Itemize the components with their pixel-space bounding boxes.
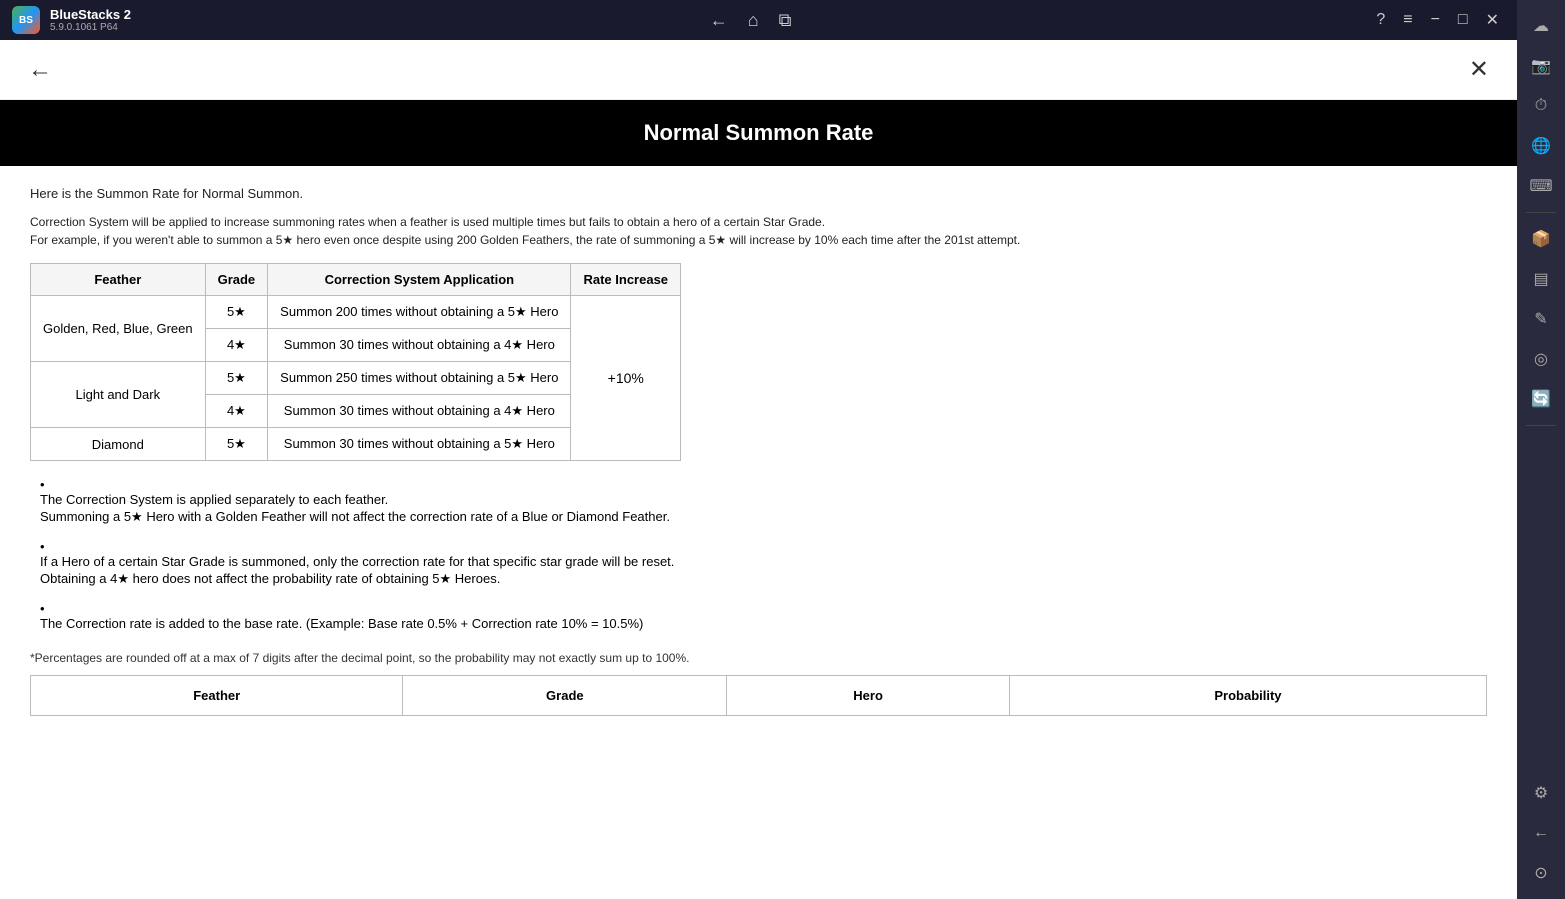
- bullet-item-2: If a Hero of a certain Star Grade is sum…: [30, 539, 1487, 587]
- sidebar-btn-edit[interactable]: ✎: [1523, 301, 1559, 337]
- col-header-feather: Feather: [31, 264, 206, 296]
- condition-5: Summon 30 times without obtaining a 5★ H…: [268, 428, 571, 461]
- grade-5star-2: 5★: [205, 362, 268, 395]
- sidebar-btn-layers[interactable]: ▤: [1523, 261, 1559, 297]
- bottom-table: Feather Grade Hero Probability: [30, 675, 1487, 716]
- col-header-correction: Correction System Application: [268, 264, 571, 296]
- bottom-col-hero: Hero: [727, 676, 1010, 716]
- bullet-2-line-1: If a Hero of a certain Star Grade is sum…: [40, 554, 1487, 569]
- condition-2: Summon 30 times without obtaining a 4★ H…: [268, 329, 571, 362]
- feather-diamond: Diamond: [31, 428, 206, 461]
- app-icon-label: BS: [19, 15, 33, 26]
- sidebar-btn-circle[interactable]: ⊙: [1523, 855, 1559, 891]
- sidebar-divider-1: [1526, 212, 1556, 213]
- bullet-item-1: The Correction System is applied separat…: [30, 477, 1487, 525]
- app-version: 5.9.0.1061 P64: [50, 22, 131, 33]
- correction-text-2: For example, if you weren't able to summ…: [30, 233, 1487, 247]
- bullet-section: The Correction System is applied separat…: [30, 477, 1487, 631]
- sidebar-divider-2: [1526, 425, 1556, 426]
- topbar-back-button[interactable]: ←: [704, 8, 734, 33]
- bullet-item-3: The Correction rate is added to the base…: [30, 601, 1487, 631]
- right-sidebar: ☁ 📷 ⏱ 🌐 ⌨ 📦 ▤ ✎ ◎ 🔄 ⚙ ← ⊙: [1517, 0, 1565, 899]
- main-area: BS BlueStacks 2 5.9.0.1061 P64 ← ⌂ ⧉ ? ≡…: [0, 0, 1517, 899]
- topbar-home-button[interactable]: ⌂: [742, 8, 765, 33]
- sidebar-btn-cloud[interactable]: ☁: [1523, 8, 1559, 44]
- app-icon: BS: [12, 6, 40, 34]
- top-bar-right: ? ≡ − □ ✕: [1370, 8, 1505, 32]
- topbar-close-button[interactable]: ✕: [1480, 8, 1505, 32]
- bullet-1-line-1: The Correction System is applied separat…: [40, 492, 1487, 507]
- sidebar-btn-camera[interactable]: 📷: [1523, 48, 1559, 84]
- bottom-col-probability: Probability: [1009, 676, 1486, 716]
- feather-golden-group: Golden, Red, Blue, Green: [31, 296, 206, 362]
- sidebar-btn-globe[interactable]: 🌐: [1523, 128, 1559, 164]
- content-nav: ← ✕: [0, 40, 1517, 100]
- app-info: BlueStacks 2 5.9.0.1061 P64: [50, 7, 131, 33]
- col-header-rate: Rate Increase: [571, 264, 681, 296]
- sidebar-btn-settings[interactable]: ⚙: [1523, 775, 1559, 811]
- top-bar-left: BS BlueStacks 2 5.9.0.1061 P64: [12, 6, 131, 34]
- bottom-col-feather: Feather: [31, 676, 403, 716]
- sidebar-btn-target[interactable]: ◎: [1523, 341, 1559, 377]
- topbar-menu-button[interactable]: ≡: [1397, 9, 1418, 31]
- condition-3: Summon 250 times without obtaining a 5★ …: [268, 362, 571, 395]
- condition-4: Summon 30 times without obtaining a 4★ H…: [268, 395, 571, 428]
- back-button[interactable]: ←: [20, 52, 60, 88]
- bullet-1-line-2: Summoning a 5★ Hero with a Golden Feathe…: [40, 509, 1487, 525]
- page-title: Normal Summon Rate: [0, 100, 1517, 166]
- title-text: Normal Summon Rate: [644, 120, 874, 145]
- top-bar: BS BlueStacks 2 5.9.0.1061 P64 ← ⌂ ⧉ ? ≡…: [0, 0, 1517, 40]
- app-name: BlueStacks 2: [50, 7, 131, 22]
- table-row: Golden, Red, Blue, Green 5★ Summon 200 t…: [31, 296, 681, 329]
- topbar-minimize-button[interactable]: −: [1425, 9, 1446, 31]
- sidebar-btn-back[interactable]: ←: [1523, 815, 1559, 851]
- topbar-maximize-button[interactable]: □: [1452, 9, 1474, 31]
- correction-text-1: Correction System will be applied to inc…: [30, 215, 1487, 229]
- grade-5star-1: 5★: [205, 296, 268, 329]
- sidebar-btn-keyboard[interactable]: ⌨: [1523, 168, 1559, 204]
- sidebar-btn-package[interactable]: 📦: [1523, 221, 1559, 257]
- grade-4star-1: 4★: [205, 329, 268, 362]
- rate-table: Feather Grade Correction System Applicat…: [30, 263, 681, 461]
- disclaimer-text: *Percentages are rounded off at a max of…: [30, 651, 1487, 665]
- sidebar-btn-timer[interactable]: ⏱: [1523, 88, 1559, 124]
- grade-5star-3: 5★: [205, 428, 268, 461]
- top-bar-nav: ← ⌂ ⧉: [704, 8, 798, 33]
- topbar-help-button[interactable]: ?: [1370, 9, 1391, 31]
- feather-light-dark: Light and Dark: [31, 362, 206, 428]
- grade-4star-2: 4★: [205, 395, 268, 428]
- intro-text: Here is the Summon Rate for Normal Summo…: [30, 186, 1487, 201]
- topbar-multi-button[interactable]: ⧉: [773, 8, 798, 33]
- bullet-2-line-2: Obtaining a 4★ hero does not affect the …: [40, 571, 1487, 587]
- rate-increase-value: +10%: [571, 296, 681, 461]
- content-close-button[interactable]: ✕: [1461, 51, 1497, 88]
- col-header-grade: Grade: [205, 264, 268, 296]
- sidebar-btn-refresh[interactable]: 🔄: [1523, 381, 1559, 417]
- bottom-col-grade: Grade: [403, 676, 727, 716]
- content-area[interactable]: Here is the Summon Rate for Normal Summo…: [0, 166, 1517, 899]
- condition-1: Summon 200 times without obtaining a 5★ …: [268, 296, 571, 329]
- bullet-3-line-1: The Correction rate is added to the base…: [40, 616, 1487, 631]
